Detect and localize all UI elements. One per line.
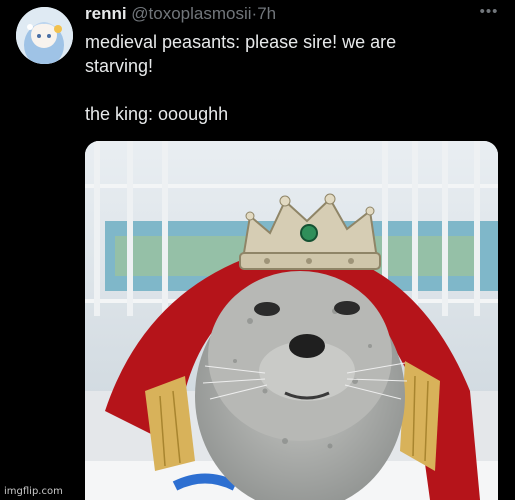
avatar-illustration-icon <box>16 7 73 64</box>
imgflip-watermark: imgflip.com <box>4 486 63 497</box>
tweet-header: renni @toxoplasmosii·7h <box>85 4 276 24</box>
author-handle[interactable]: @toxoplasmosii <box>131 4 251 23</box>
more-options-icon[interactable]: ••• <box>478 2 500 22</box>
tweet-punchline: the king: oooughh <box>85 104 229 124</box>
tweet-timestamp[interactable]: 7h <box>257 4 276 23</box>
author-name[interactable]: renni <box>85 4 127 23</box>
seal-with-crown-photo-icon <box>85 141 498 500</box>
author-avatar[interactable] <box>16 7 73 64</box>
tweet-media-image[interactable] <box>85 141 498 500</box>
tweet-body: medieval peasants: please sire! we are s… <box>85 30 495 126</box>
tweet-text-line: starving! <box>85 56 154 76</box>
tweet-text-line: medieval peasants: please sire! we are <box>85 32 397 52</box>
